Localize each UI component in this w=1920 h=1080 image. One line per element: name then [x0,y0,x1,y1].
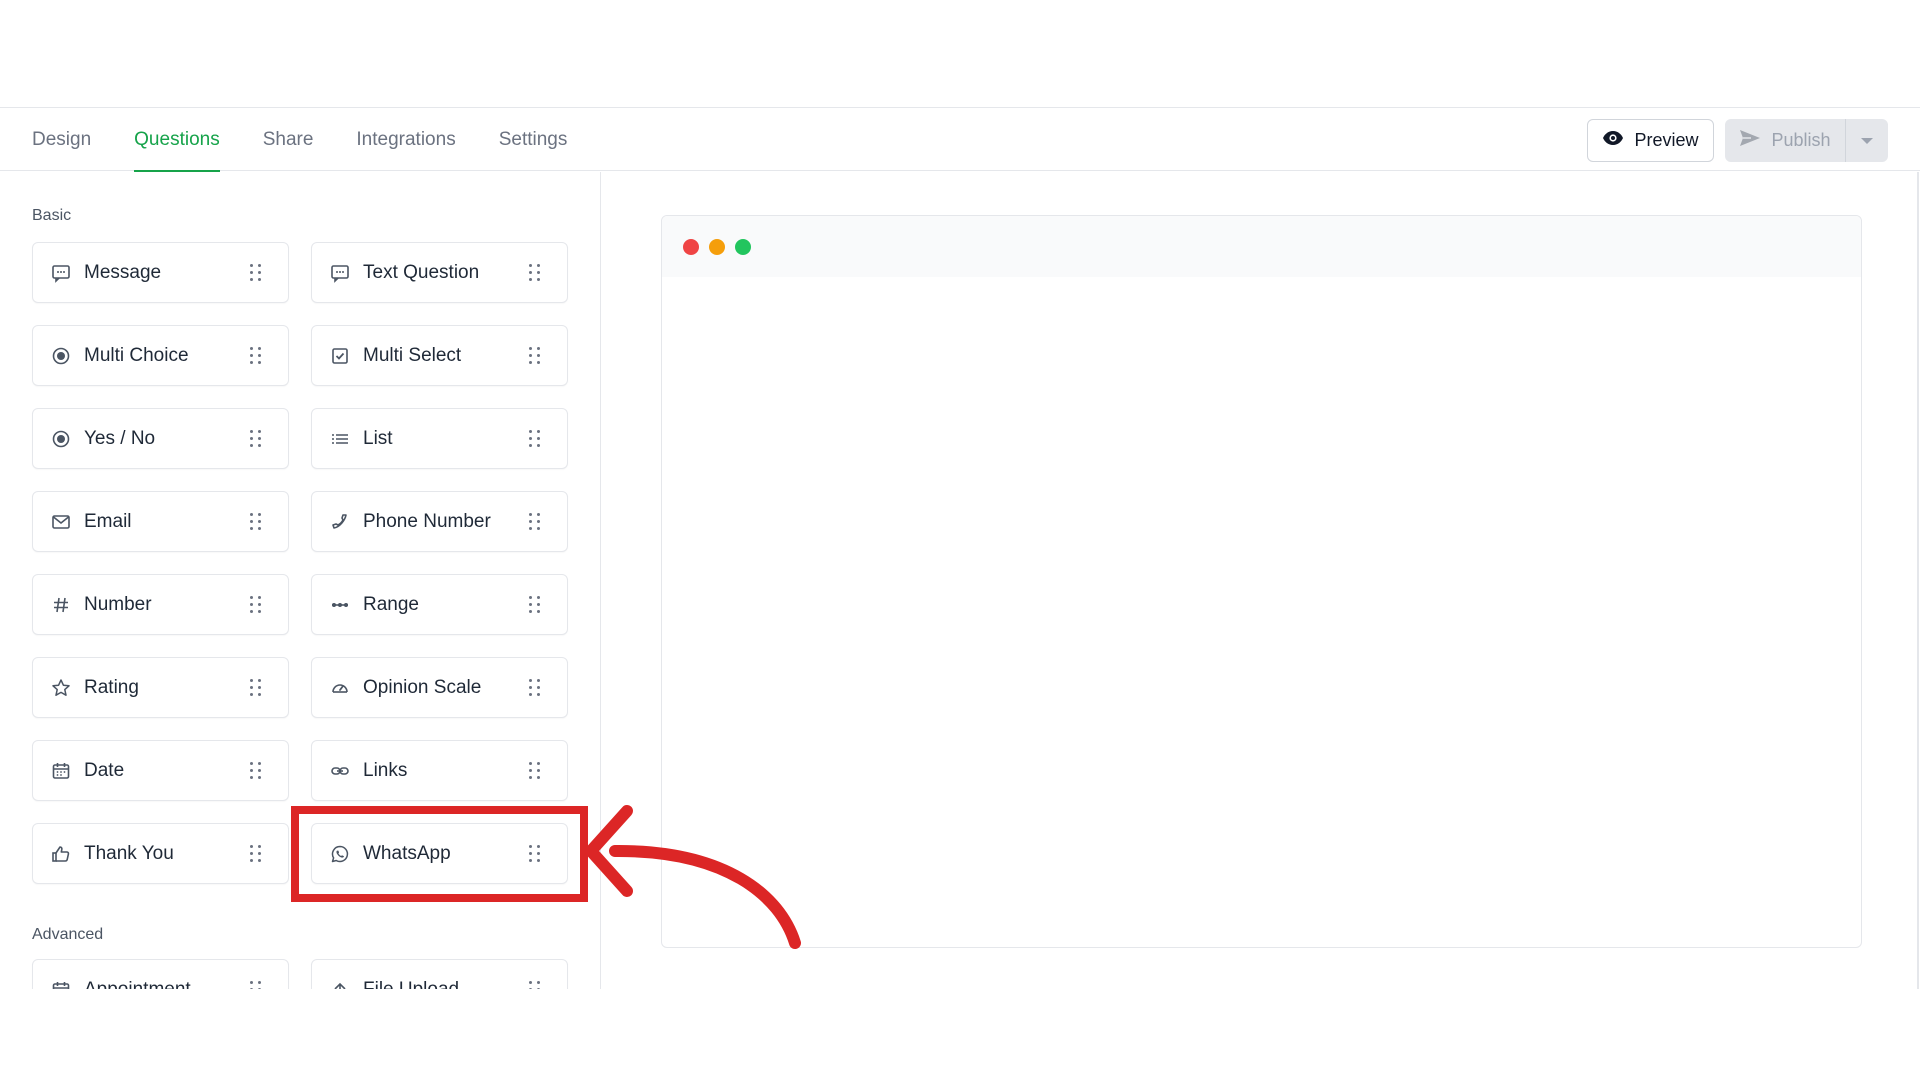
question-type-email[interactable]: Email [32,491,289,552]
question-type-thank-you[interactable]: Thank You [32,823,289,884]
question-type-label: Date [84,759,125,781]
tab-integrations[interactable]: Integrations [356,108,455,172]
window-close-dot [683,238,699,255]
checkbox-icon [329,345,351,367]
question-type-label: Phone Number [363,510,491,532]
hash-icon [50,594,72,616]
question-type-appointment[interactable]: Appointment [32,959,289,989]
question-type-label: Message [84,261,162,283]
phone-icon [329,511,351,533]
question-type-number[interactable]: Number [32,574,289,635]
send-icon [1739,129,1761,152]
calendar-icon [50,979,72,989]
question-type-rating[interactable]: Rating [32,657,289,718]
upload-icon [329,979,351,989]
drag-handle-icon[interactable] [250,980,264,989]
drag-handle-icon[interactable] [250,512,264,531]
publish-dropdown-button[interactable] [1845,119,1888,162]
right-divider [1917,172,1919,989]
publish-label: Publish [1771,130,1831,150]
section-title-basic: Basic [32,207,72,224]
drag-handle-icon[interactable] [250,263,264,282]
question-type-opinion-scale[interactable]: Opinion Scale [311,657,568,718]
section-title-advanced: Advanced [32,926,104,943]
star-icon [50,677,72,699]
question-type-label: Opinion Scale [363,676,482,698]
eye-icon [1602,130,1624,151]
question-type-list[interactable]: List [311,408,568,469]
calendar-icon [50,760,72,782]
link-icon [329,760,351,782]
question-type-file-upload[interactable]: File Upload [311,959,568,989]
annotation-highlight-box [291,806,588,902]
drag-handle-icon[interactable] [529,512,543,531]
chevron-down-icon [1860,132,1874,150]
question-type-date[interactable]: Date [32,740,289,801]
question-type-yes-no[interactable]: Yes / No [32,408,289,469]
question-type-phone-number[interactable]: Phone Number [311,491,568,552]
question-type-label: File Upload [363,978,460,990]
question-type-label: Email [84,510,132,532]
drag-handle-icon[interactable] [250,429,264,448]
text-question-icon [329,262,351,284]
thumbs-up-icon [50,843,72,865]
range-icon [329,594,351,616]
form-builder-app: Design Questions Share Integrations Sett… [0,0,1920,1080]
drag-handle-icon[interactable] [529,263,543,282]
drag-handle-icon[interactable] [529,761,543,780]
list-icon [329,428,351,450]
publish-button[interactable]: Publish [1725,119,1845,162]
question-type-label: Number [84,593,152,615]
message-icon [50,262,72,284]
preview-label: Preview [1634,130,1699,150]
question-type-label: Text Question [363,261,480,283]
annotation-arrow [585,805,801,949]
question-type-multi-select[interactable]: Multi Select [311,325,568,386]
question-type-label: Multi Choice [84,344,189,366]
tab-questions[interactable]: Questions [134,108,220,173]
drag-handle-icon[interactable] [529,595,543,614]
radio-icon [50,428,72,450]
window-maximize-dot [735,238,751,255]
radio-icon [50,345,72,367]
browser-title-bar [662,216,1861,277]
tab-bar: Design Questions Share Integrations Sett… [32,108,610,173]
question-type-label: Links [363,759,408,781]
top-toolbar: Design Questions Share Integrations Sett… [0,107,1920,173]
question-type-range[interactable]: Range [311,574,568,635]
question-type-label: Rating [84,676,139,698]
publish-button-group: Publish [1725,119,1888,162]
drag-handle-icon[interactable] [529,429,543,448]
question-type-text-question[interactable]: Text Question [311,242,568,303]
drag-handle-icon[interactable] [529,346,543,365]
question-type-label: Thank You [84,842,174,864]
question-type-multi-choice[interactable]: Multi Choice [32,325,289,386]
tab-settings[interactable]: Settings [499,108,568,172]
question-type-label: Multi Select [363,344,462,366]
question-type-label: List [363,427,393,449]
browser-mockup [661,215,1862,948]
tab-design[interactable]: Design [32,108,91,172]
question-type-links[interactable]: Links [311,740,568,801]
drag-handle-icon[interactable] [529,980,543,989]
question-type-message[interactable]: Message [32,242,289,303]
preview-button[interactable]: Preview [1587,119,1714,162]
drag-handle-icon[interactable] [250,595,264,614]
mail-icon [50,511,72,533]
question-type-label: Appointment [84,978,191,990]
question-type-label: Yes / No [84,427,156,449]
drag-handle-icon[interactable] [250,844,264,863]
tab-share[interactable]: Share [263,108,314,172]
gauge-icon [329,677,351,699]
drag-handle-icon[interactable] [250,346,264,365]
drag-handle-icon[interactable] [250,678,264,697]
question-type-label: Range [363,593,419,615]
drag-handle-icon[interactable] [250,761,264,780]
drag-handle-icon[interactable] [529,678,543,697]
window-minimize-dot [709,238,725,255]
